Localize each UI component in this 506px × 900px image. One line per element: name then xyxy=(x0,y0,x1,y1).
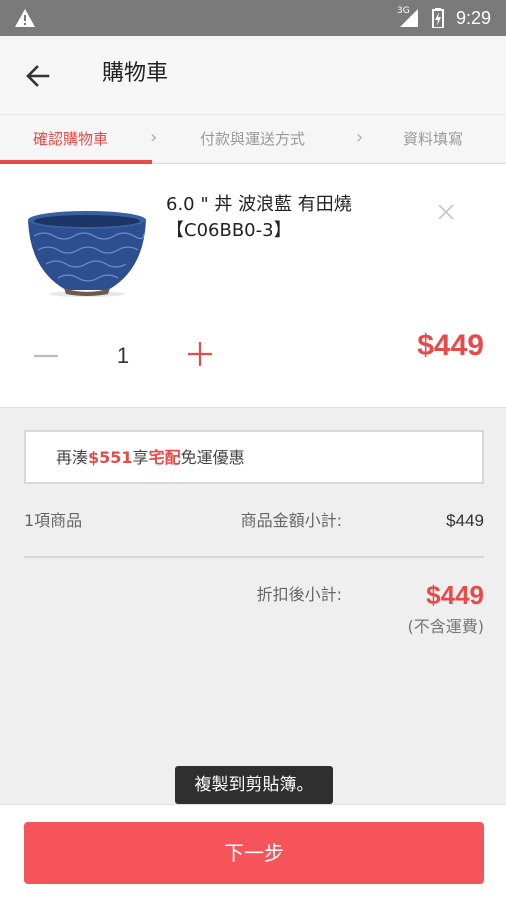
checkout-steps: 確認購物車 › 付款與運送方式 › 資料填寫 xyxy=(0,114,506,164)
next-step-button[interactable]: 下一步 xyxy=(24,822,484,884)
promo-middle: 享 xyxy=(132,448,149,467)
battery-icon xyxy=(432,8,444,28)
promo-method: 宅配 xyxy=(148,448,181,467)
promo-text: 再湊$551享宅配免運優惠 xyxy=(56,447,245,469)
toast-message: 複製到剪貼簿。 xyxy=(175,766,333,804)
clock: 9:29 xyxy=(456,8,492,28)
promo-amount: $551 xyxy=(88,448,133,467)
plus-icon[interactable] xyxy=(186,340,214,368)
warning-icon xyxy=(15,9,35,27)
subtotal-label: 商品金額小計: xyxy=(240,511,342,530)
quantity-value: 1 xyxy=(116,343,130,368)
product-image[interactable] xyxy=(24,208,150,298)
promo-prefix: 再湊 xyxy=(56,448,89,467)
status-bar: 3G 9:29 xyxy=(0,0,506,36)
page-title: 購物車 xyxy=(102,61,169,86)
subtotal-value: $449 xyxy=(446,511,484,530)
product-name[interactable]: 6.0 " 丼 波浪藍 有田燒【C06BB0-3】 xyxy=(166,192,416,244)
chevron-right-icon: › xyxy=(356,127,364,148)
step-fill-info[interactable]: 資料填寫 xyxy=(403,129,463,149)
item-count: 1項商品 xyxy=(24,511,83,530)
chevron-right-icon: › xyxy=(150,127,158,148)
minus-icon[interactable] xyxy=(32,342,60,370)
close-icon[interactable] xyxy=(436,202,456,222)
app-bar: 購物車 xyxy=(0,36,506,114)
cart-item: 6.0 " 丼 波浪藍 有田燒【C06BB0-3】 1 $449 xyxy=(0,164,506,408)
discount-subtotal-label: 折扣後小計: xyxy=(256,585,342,604)
divider xyxy=(24,556,484,558)
arrow-left-icon[interactable] xyxy=(22,60,54,92)
shipping-excluded-note: (不含運費) xyxy=(407,617,485,636)
item-price: $449 xyxy=(417,329,484,362)
discount-subtotal-value: $449 xyxy=(426,580,484,610)
free-shipping-banner: 再湊$551享宅配免運優惠 xyxy=(24,430,484,484)
signal-icon xyxy=(400,9,418,27)
promo-suffix: 免運優惠 xyxy=(180,448,245,467)
step-payment-shipping[interactable]: 付款與運送方式 xyxy=(200,129,305,149)
step-confirm-cart[interactable]: 確認購物車 xyxy=(33,129,108,149)
